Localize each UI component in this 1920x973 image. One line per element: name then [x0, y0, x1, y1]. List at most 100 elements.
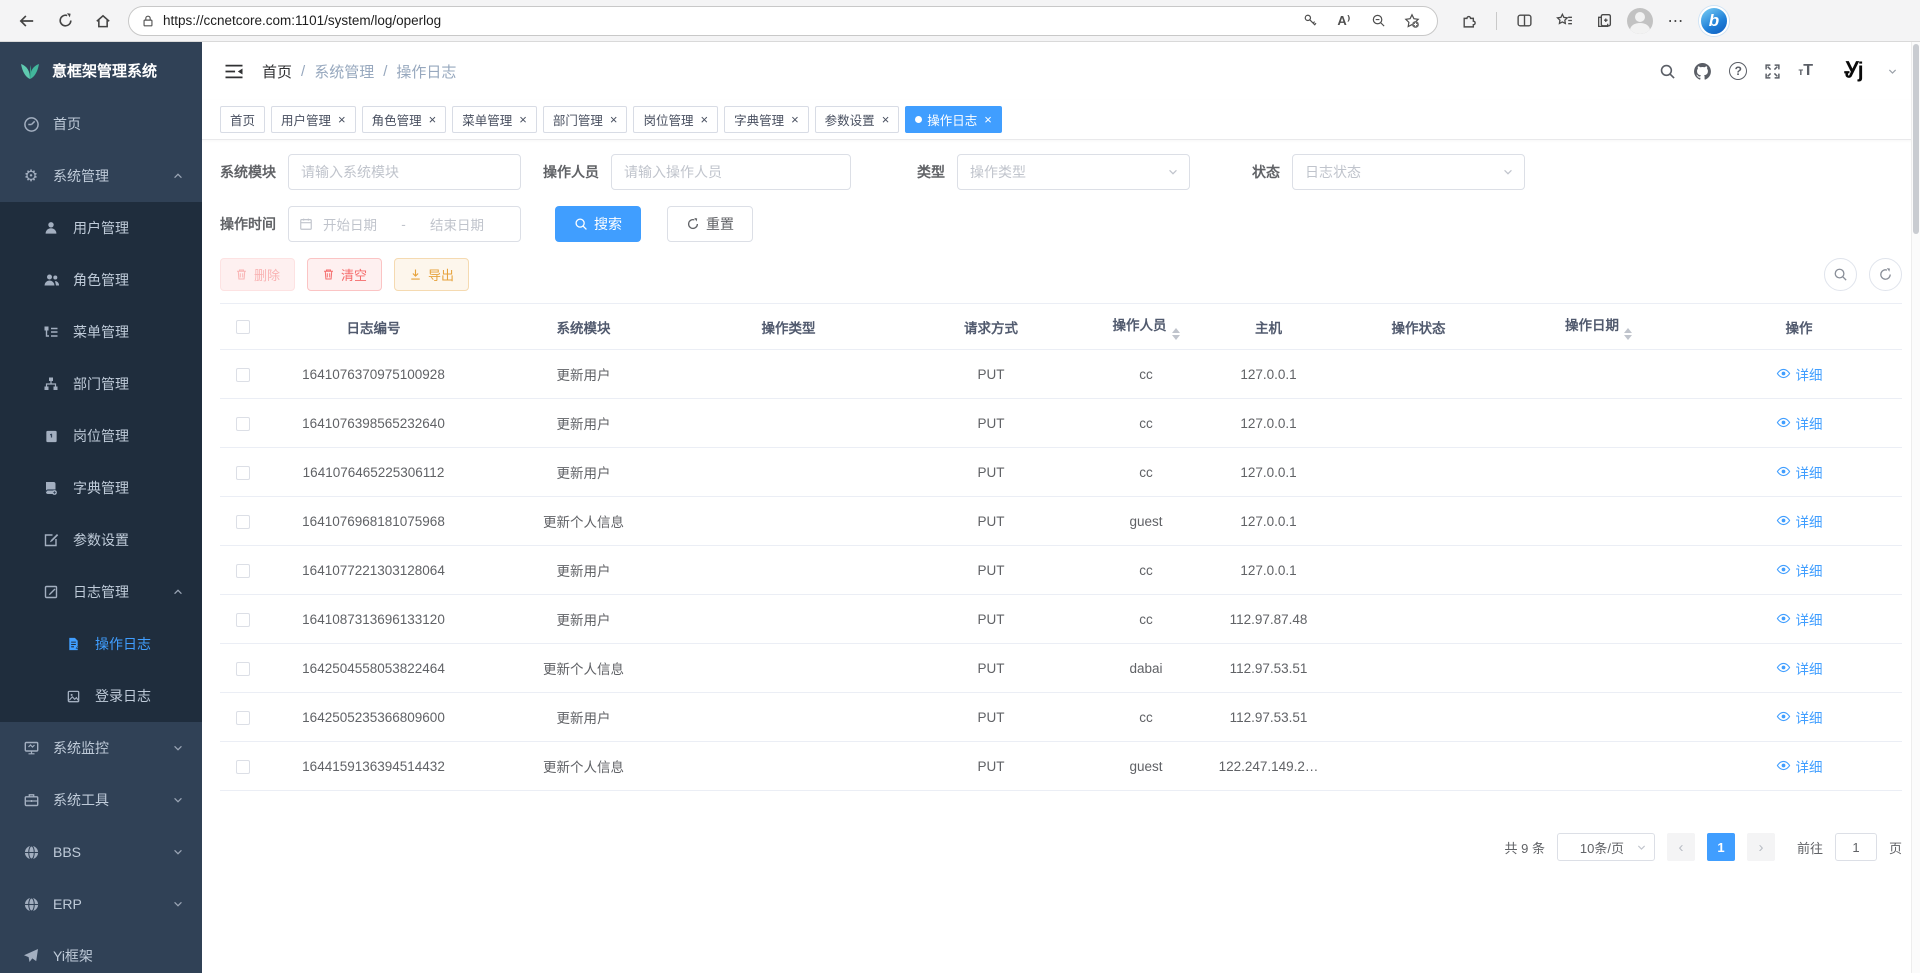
row-checkbox[interactable]: [236, 564, 250, 578]
tab-close-icon[interactable]: ×: [984, 113, 992, 126]
clear-button[interactable]: 清空: [307, 258, 382, 291]
search-button[interactable]: 搜索: [555, 206, 641, 242]
show-search-button[interactable]: [1824, 258, 1857, 291]
type-select[interactable]: 操作类型: [957, 154, 1190, 190]
detail-link[interactable]: 详细: [1776, 756, 1823, 776]
tab-close-icon[interactable]: ×: [429, 113, 437, 126]
reset-button[interactable]: 重置: [667, 206, 753, 242]
next-page-button[interactable]: ›: [1747, 833, 1775, 861]
password-key-icon[interactable]: [1297, 8, 1323, 34]
module-input[interactable]: [288, 154, 521, 190]
fullscreen-icon[interactable]: [1764, 63, 1781, 80]
date-range-picker[interactable]: 开始日期 - 结束日期: [288, 206, 521, 242]
back-icon[interactable]: [10, 5, 44, 37]
detail-link[interactable]: 详细: [1776, 413, 1823, 433]
scrollbar-thumb[interactable]: [1913, 44, 1919, 234]
collections-icon[interactable]: [1587, 5, 1621, 37]
chevron-down-icon[interactable]: [1887, 66, 1898, 77]
github-icon[interactable]: [1693, 62, 1712, 81]
tab-close-icon[interactable]: ×: [882, 113, 890, 126]
page-size-select[interactable]: 10条/页: [1557, 833, 1655, 861]
status-select[interactable]: 日志状态: [1292, 154, 1525, 190]
sidebar-item-home[interactable]: 首页: [0, 98, 202, 150]
sidebar-item-post[interactable]: 岗位管理: [0, 410, 202, 462]
sidebar-item-role[interactable]: 角色管理: [0, 254, 202, 306]
tab-close-icon[interactable]: ×: [791, 113, 799, 126]
home-icon[interactable]: [86, 5, 120, 37]
detail-link[interactable]: 详细: [1776, 560, 1823, 580]
select-all-checkbox[interactable]: [236, 320, 250, 334]
tab[interactable]: 字典管理 ×: [724, 106, 809, 133]
tab[interactable]: 首页: [220, 106, 265, 133]
row-checkbox[interactable]: [236, 760, 250, 774]
sidebar-item-param[interactable]: 参数设置: [0, 514, 202, 566]
favorites-icon[interactable]: [1547, 5, 1581, 37]
row-checkbox[interactable]: [236, 711, 250, 725]
help-icon[interactable]: ?: [1729, 62, 1747, 80]
tab[interactable]: 菜单管理 ×: [452, 106, 537, 133]
current-page-button[interactable]: 1: [1707, 833, 1735, 861]
refresh-icon[interactable]: [48, 5, 82, 37]
tab-close-icon[interactable]: ×: [519, 113, 527, 126]
detail-link[interactable]: 详细: [1776, 658, 1823, 678]
sidebar-item-log[interactable]: 日志管理: [0, 566, 202, 618]
sidebar-item-user[interactable]: 用户管理: [0, 202, 202, 254]
sidebar-item-dept[interactable]: 部门管理: [0, 358, 202, 410]
detail-link[interactable]: 详细: [1776, 462, 1823, 482]
delete-button[interactable]: 删除: [220, 258, 295, 291]
extensions-icon[interactable]: [1452, 5, 1486, 37]
breadcrumb-system[interactable]: 系统管理: [314, 61, 374, 82]
menu-fold-icon[interactable]: [224, 63, 244, 80]
tab[interactable]: 岗位管理 ×: [633, 106, 718, 133]
search-icon[interactable]: [1659, 63, 1676, 80]
col-operator-sortable[interactable]: 操作人员: [1091, 304, 1201, 350]
sidebar-item-yiframe[interactable]: Yi框架: [0, 930, 202, 973]
split-screen-icon[interactable]: [1507, 5, 1541, 37]
sidebar-item-dict[interactable]: 字典管理: [0, 462, 202, 514]
refresh-table-button[interactable]: [1869, 258, 1902, 291]
operator-input[interactable]: [611, 154, 851, 190]
row-checkbox[interactable]: [236, 662, 250, 676]
sort-icons[interactable]: [1624, 328, 1632, 340]
detail-link[interactable]: 详细: [1776, 511, 1823, 531]
col-date-sortable[interactable]: 操作日期: [1501, 304, 1696, 350]
zoom-out-icon[interactable]: [1365, 8, 1391, 34]
tab-close-icon[interactable]: ×: [610, 113, 618, 126]
breadcrumb-home[interactable]: 首页: [262, 61, 292, 82]
export-button[interactable]: 导出: [394, 258, 469, 291]
url-bar[interactable]: https://ccnetcore.com:1101/system/log/op…: [128, 6, 1438, 36]
tab-close-icon[interactable]: ×: [338, 113, 346, 126]
detail-link[interactable]: 详细: [1776, 364, 1823, 384]
bing-chat-icon[interactable]: b: [1699, 6, 1729, 36]
row-checkbox[interactable]: [236, 613, 250, 627]
tab[interactable]: 参数设置 ×: [815, 106, 900, 133]
sidebar-item-bbs[interactable]: BBS: [0, 826, 202, 878]
sidebar-item-operlog[interactable]: 操作日志: [0, 618, 202, 670]
detail-link[interactable]: 详细: [1776, 609, 1823, 629]
goto-page-input[interactable]: [1835, 833, 1877, 861]
sidebar-item-erp[interactable]: ERP: [0, 878, 202, 930]
row-checkbox[interactable]: [236, 417, 250, 431]
sidebar-item-menu[interactable]: 菜单管理: [0, 306, 202, 358]
row-checkbox[interactable]: [236, 466, 250, 480]
tab[interactable]: 部门管理 ×: [543, 106, 628, 133]
tab[interactable]: 操作日志 ×: [905, 106, 1002, 133]
sidebar-item-tools[interactable]: 系统工具: [0, 774, 202, 826]
sidebar-item-loginlog[interactable]: 登录日志: [0, 670, 202, 722]
sidebar-item-monitor[interactable]: 系统监控: [0, 722, 202, 774]
read-aloud-icon[interactable]: A⁾: [1331, 8, 1357, 34]
tab[interactable]: 用户管理 ×: [271, 106, 356, 133]
user-logo-avatar[interactable]: Ꮍj: [1836, 54, 1870, 88]
font-size-icon[interactable]: тT: [1798, 62, 1813, 80]
sort-icons[interactable]: [1172, 328, 1180, 340]
favorites-add-icon[interactable]: [1399, 8, 1425, 34]
row-checkbox[interactable]: [236, 515, 250, 529]
tab-close-icon[interactable]: ×: [700, 113, 708, 126]
more-icon[interactable]: ⋯: [1659, 5, 1693, 37]
sidebar-item-system[interactable]: ⚙ 系统管理: [0, 150, 202, 202]
detail-link[interactable]: 详细: [1776, 707, 1823, 727]
prev-page-button[interactable]: ‹: [1667, 833, 1695, 861]
tab[interactable]: 角色管理 ×: [362, 106, 447, 133]
profile-avatar[interactable]: [1627, 8, 1653, 34]
row-checkbox[interactable]: [236, 368, 250, 382]
